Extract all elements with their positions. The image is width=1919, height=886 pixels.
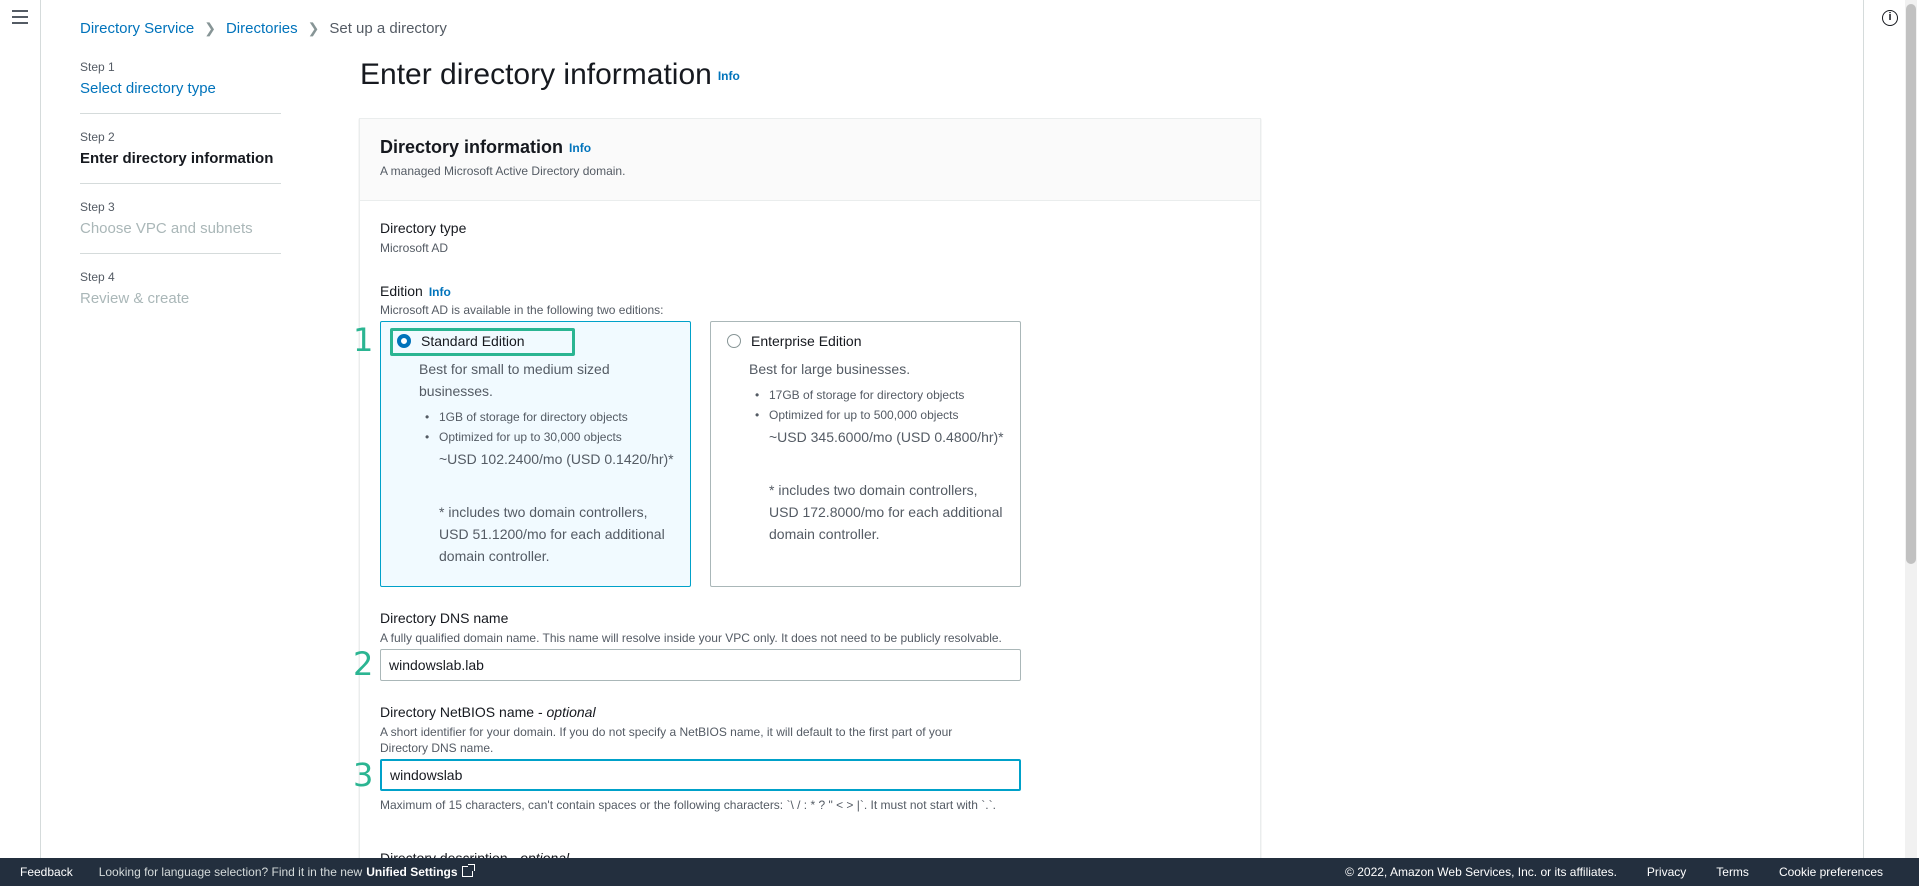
enterprise-edition-subtitle: Best for large businesses.	[749, 361, 911, 377]
panel-title-text: Directory information	[380, 137, 564, 157]
edition-description: Microsoft AD is available in the followi…	[380, 303, 664, 317]
edition-info-link[interactable]: Info	[429, 285, 451, 299]
step-label-vpc: Choose VPC and subnets	[80, 220, 253, 237]
panel-header: Directory information Info A managed Micr…	[360, 119, 1260, 201]
page-title-text: Enter directory information	[360, 58, 712, 91]
privacy-link[interactable]: Privacy	[1647, 865, 1686, 879]
netbios-optional-tag: optional	[546, 704, 596, 720]
left-rail	[0, 0, 41, 858]
netbios-label-text: Directory NetBIOS name	[380, 704, 535, 720]
language-notice: Looking for language selection? Find it …	[98, 865, 363, 879]
enterprise-edition-radio[interactable]	[727, 334, 741, 348]
edition-label: Edition Info	[380, 283, 451, 299]
page-title: Enter directory information Info	[360, 58, 740, 92]
enterprise-edition-radio-row[interactable]: Enterprise Edition	[727, 333, 862, 349]
annotation-marker-2: 2	[353, 645, 374, 683]
directory-type-value: Microsoft AD	[380, 241, 449, 255]
enterprise-edition-price: ~USD 345.6000/mo (USD 0.4800/hr)*	[769, 429, 1004, 445]
netbios-description: A short identifier for your domain. If y…	[380, 725, 953, 756]
breadcrumb-directory-service[interactable]: Directory Service	[80, 20, 194, 37]
enterprise-edition-title: Enterprise Edition	[751, 333, 862, 349]
page-info-link[interactable]: Info	[718, 69, 740, 83]
step-number: Step 3	[80, 200, 115, 214]
step-4: Step 4 Review & create	[80, 270, 281, 323]
standard-edition-subtitle: Best for small to medium sized businesse…	[419, 361, 610, 399]
breadcrumb: Directory Service ❯ Directories ❯ Set up…	[80, 20, 447, 37]
wizard-steps: Step 1 Select directory type Step 2 Ente…	[80, 60, 281, 339]
step-2: Step 2 Enter directory information	[80, 130, 281, 184]
list-item: 17GB of storage for directory objects	[755, 385, 1009, 405]
chevron-right-icon: ❯	[307, 20, 320, 36]
panel-description: A managed Microsoft Active Directory dom…	[380, 164, 626, 178]
step-link-select-directory-type[interactable]: Select directory type	[80, 80, 281, 97]
step-current-label: Enter directory information	[80, 150, 274, 167]
netbios-input[interactable]	[380, 759, 1021, 791]
footer: Feedback Looking for language selection?…	[0, 858, 1919, 886]
copyright-text: © 2022, Amazon Web Services, Inc. or its…	[1345, 865, 1617, 879]
directory-type-label: Directory type	[380, 220, 467, 236]
info-icon[interactable]: i	[1882, 10, 1898, 26]
breadcrumb-directories[interactable]: Directories	[226, 20, 298, 37]
step-1: Step 1 Select directory type	[80, 60, 281, 114]
cookie-preferences-link[interactable]: Cookie preferences	[1779, 865, 1883, 879]
chevron-right-icon: ❯	[204, 20, 216, 36]
unified-settings-text: Unified Settings	[366, 865, 458, 879]
step-number: Step 1	[80, 60, 115, 74]
step-number: Step 4	[80, 270, 115, 284]
standard-edition-features: 1GB of storage for directory objects Opt…	[425, 407, 679, 447]
enterprise-edition-features: 17GB of storage for directory objects Op…	[755, 385, 1009, 425]
annotation-highlight-box	[390, 328, 575, 356]
scrollbar-thumb[interactable]	[1906, 4, 1916, 564]
annotation-marker-1: 1	[353, 321, 374, 359]
edition-label-text: Edition	[380, 283, 423, 299]
enterprise-edition-note: * includes two domain controllers, USD 1…	[769, 482, 1003, 542]
dns-name-label: Directory DNS name	[380, 610, 509, 626]
unified-settings-link[interactable]: Unified Settings	[366, 864, 475, 879]
standard-edition-note: * includes two domain controllers, USD 5…	[439, 504, 665, 564]
menu-icon[interactable]	[12, 10, 28, 24]
panel-info-link[interactable]: Info	[569, 141, 591, 155]
list-item: Optimized for up to 500,000 objects	[755, 405, 1009, 425]
list-item: 1GB of storage for directory objects	[425, 407, 679, 427]
standard-edition-price: ~USD 102.2400/mo (USD 0.1420/hr)*	[439, 451, 674, 467]
external-link-icon	[461, 864, 475, 877]
standard-edition-tile[interactable]: Standard Edition Best for small to mediu…	[380, 321, 691, 587]
list-item: Optimized for up to 30,000 objects	[425, 427, 679, 447]
dns-name-description: A fully qualified domain name. This name…	[380, 631, 1002, 645]
dns-name-input[interactable]	[380, 649, 1021, 681]
panel-title: Directory information Info	[380, 137, 1240, 158]
netbios-label: Directory NetBIOS name - optional	[380, 704, 596, 720]
step-number: Step 2	[80, 130, 115, 144]
netbios-constraint-text: Maximum of 15 characters, can't contain …	[380, 798, 996, 812]
step-3: Step 3 Choose VPC and subnets	[80, 200, 281, 254]
step-label-review: Review & create	[80, 290, 190, 307]
footer-links: © 2022, Amazon Web Services, Inc. or its…	[1345, 865, 1883, 879]
feedback-link[interactable]: Feedback	[20, 865, 73, 879]
annotation-marker-3: 3	[353, 756, 374, 794]
enterprise-edition-tile[interactable]: Enterprise Edition Best for large busine…	[710, 321, 1021, 587]
breadcrumb-current: Set up a directory	[329, 20, 447, 37]
right-rail: i	[1863, 0, 1919, 858]
scrollbar[interactable]	[1905, 0, 1917, 858]
terms-link[interactable]: Terms	[1716, 865, 1749, 879]
